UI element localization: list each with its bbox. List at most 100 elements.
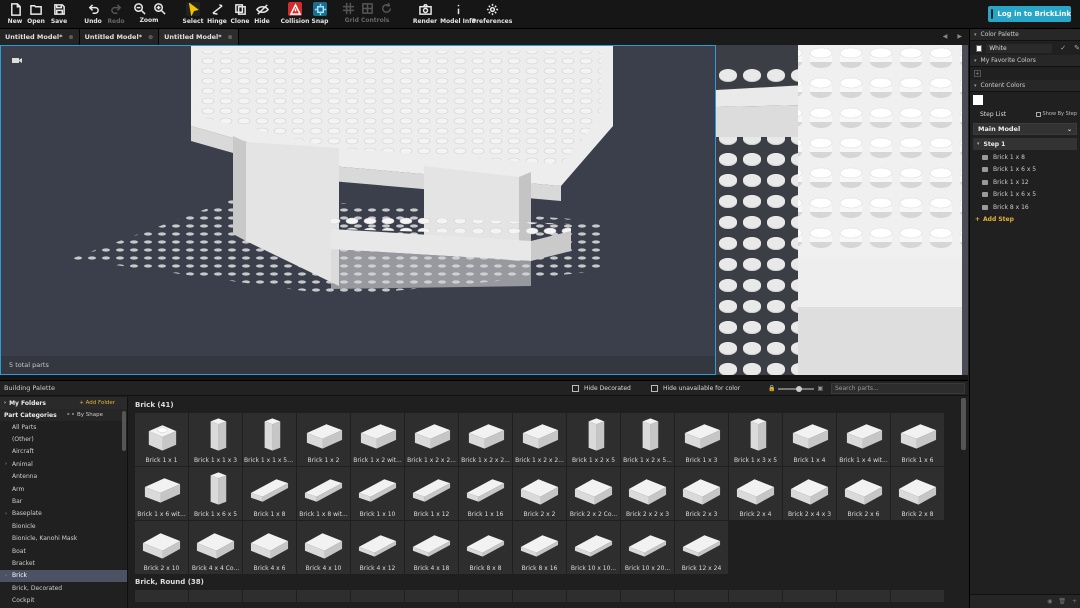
part-card[interactable]: Brick 1 x 8 (243, 467, 296, 520)
part-card[interactable]: Brick 1 x 3 (675, 413, 728, 466)
part-card[interactable] (405, 590, 458, 602)
part-card[interactable]: Brick 2 x 6 (837, 467, 890, 520)
color-picker-icon[interactable]: ✓ (1060, 44, 1066, 52)
part-card[interactable] (297, 590, 350, 602)
part-card[interactable]: Brick 1 x 1 x 3 (189, 413, 242, 466)
add-icon[interactable]: + (1072, 598, 1077, 605)
step-item[interactable]: Brick 1 x 12 (970, 176, 1080, 189)
expand-arrow-icon[interactable]: › (5, 461, 7, 467)
part-card[interactable] (189, 590, 242, 602)
part-card[interactable] (243, 590, 296, 602)
category-item[interactable]: Bracket (0, 557, 127, 569)
trash-icon[interactable]: 🗑 (1058, 598, 1066, 605)
part-card[interactable]: Brick 4 x 18 (405, 521, 458, 574)
part-card[interactable]: Brick 1 x 2 (297, 413, 350, 466)
part-card[interactable]: Brick 1 x 6 (891, 413, 944, 466)
part-card[interactable]: Brick 2 x 4 (729, 467, 782, 520)
show-by-step-checkbox[interactable]: Show By Step (1035, 111, 1077, 117)
step-1-header[interactable]: ▾ Step 1 (973, 138, 1077, 150)
category-item[interactable]: Brick, Decorated (0, 582, 127, 594)
part-card[interactable]: Brick 1 x 1 x 5 -... (243, 413, 296, 466)
part-card[interactable]: Brick 1 x 2 x 5... (621, 413, 674, 466)
part-card[interactable]: Brick 1 x 2 x 2... (459, 413, 512, 466)
part-card[interactable]: Brick 1 x 4 wit... (837, 413, 890, 466)
part-card[interactable] (891, 590, 944, 602)
category-item[interactable]: › Brick (0, 569, 127, 583)
tab-model-2[interactable]: Untitled Model* ⊗ (79, 29, 160, 45)
expand-arrow-icon[interactable]: › (5, 511, 7, 517)
part-card[interactable] (567, 590, 620, 602)
part-card[interactable] (675, 590, 728, 602)
step-item[interactable]: Brick 1 x 6 x 5 (970, 189, 1080, 202)
part-card[interactable]: Brick 2 x 2 x 3 (621, 467, 674, 520)
category-item[interactable]: › Animal (0, 458, 127, 470)
part-card[interactable] (459, 590, 512, 602)
save-button[interactable]: Save (44, 2, 74, 25)
part-card[interactable]: Brick 1 x 3 x 5 (729, 413, 782, 466)
visibility-icon[interactable]: ◉ (1047, 598, 1052, 605)
part-card[interactable]: Brick 8 x 16 (513, 521, 566, 574)
model-info-button[interactable]: Model Info (440, 2, 476, 25)
part-card[interactable]: Brick 2 x 10 (135, 521, 188, 574)
part-card[interactable]: Brick 1 x 1 (135, 413, 188, 466)
main-model-dropdown[interactable]: Main Model ⌄ (973, 123, 1077, 135)
category-item[interactable]: Bionicle (0, 520, 127, 532)
category-item[interactable]: Arm (0, 483, 127, 495)
color-palette-header[interactable]: ▾ Color Palette (970, 29, 1080, 41)
add-folder-button[interactable]: + Add Folder (79, 400, 115, 406)
step-item[interactable]: Brick 1 x 6 x 5 (970, 164, 1080, 177)
selected-color-row[interactable]: White ✓ ✎ (970, 41, 1080, 55)
eyedropper-icon[interactable]: ✎ (1074, 44, 1080, 52)
preferences-button[interactable]: Preferences (472, 2, 512, 25)
category-item[interactable]: Boat (0, 545, 127, 557)
hide-button[interactable]: Hide (247, 2, 277, 25)
favorite-colors-header[interactable]: ▾ My Favorite Colors (970, 55, 1080, 67)
add-favorite-color-button[interactable]: + (974, 70, 981, 77)
palette-size-slider[interactable]: 🔒 ▣ (768, 385, 823, 392)
part-card[interactable]: Brick 1 x 12 (405, 467, 458, 520)
grid-controls-button[interactable]: Grid Controls (342, 2, 391, 24)
my-folders-header[interactable]: › My Folders + Add Folder (0, 397, 127, 409)
part-card[interactable]: Brick 2 x 2 (513, 467, 566, 520)
category-item[interactable]: Cockpit (0, 594, 127, 606)
part-card[interactable]: Brick 2 x 3 (675, 467, 728, 520)
expand-arrow-icon[interactable]: › (5, 573, 7, 579)
render-button[interactable]: Render (410, 2, 440, 25)
category-item[interactable]: Antenna (0, 471, 127, 483)
category-item[interactable]: All Parts (0, 421, 127, 433)
snap-toggle[interactable]: Snap (305, 2, 335, 25)
part-card[interactable]: Brick 10 x 20... (621, 521, 674, 574)
part-card[interactable] (837, 590, 890, 602)
part-card[interactable]: Brick 1 x 6 wit... (135, 467, 188, 520)
zoom-button[interactable]: Zoom (133, 2, 166, 24)
tab-model-1[interactable]: Untitled Model* ⊗ (0, 29, 80, 45)
content-colors-header[interactable]: ▾ Content Colors (970, 80, 1080, 92)
part-card[interactable]: Brick 1 x 4 (783, 413, 836, 466)
category-item[interactable]: (Other) (0, 433, 127, 445)
part-card[interactable] (783, 590, 836, 602)
close-tab-icon[interactable]: ⊗ (228, 34, 233, 41)
part-card[interactable] (729, 590, 782, 602)
part-card[interactable]: Brick 2 x 2 Co... (567, 467, 620, 520)
close-tab-icon[interactable]: ⊗ (69, 34, 74, 41)
part-card[interactable]: Brick 1 x 2 x 2... (405, 413, 458, 466)
part-card[interactable]: Brick 1 x 16 (459, 467, 512, 520)
hide-unavailable-checkbox[interactable]: Hide unavailable for color (651, 385, 740, 392)
hide-decorated-checkbox[interactable]: Hide Decorated (572, 385, 631, 392)
search-parts-input[interactable]: Search parts... (831, 383, 965, 394)
tab-right-arrow-icon[interactable]: ▶ (957, 33, 962, 40)
part-card[interactable]: Brick 10 x 10... (567, 521, 620, 574)
category-item[interactable]: › Baseplate (0, 508, 127, 520)
tab-left-arrow-icon[interactable]: ◀ (943, 33, 948, 40)
part-card[interactable]: Brick 1 x 8 wit... (297, 467, 350, 520)
by-shape-toggle[interactable]: ⚬⚬ By Shape (66, 412, 103, 418)
category-scrollbar[interactable] (122, 411, 126, 451)
part-card[interactable]: Brick 12 x 24 (675, 521, 728, 574)
add-step-button[interactable]: + Add Step (970, 214, 1080, 226)
redo-button[interactable]: Redo (101, 2, 131, 25)
part-card[interactable] (351, 590, 404, 602)
part-card[interactable]: Brick 1 x 2 x 5 (567, 413, 620, 466)
step-item[interactable]: Brick 1 x 8 (970, 151, 1080, 164)
part-card[interactable]: Brick 1 x 6 x 5 (189, 467, 242, 520)
part-card[interactable]: Brick 4 x 10 (297, 521, 350, 574)
